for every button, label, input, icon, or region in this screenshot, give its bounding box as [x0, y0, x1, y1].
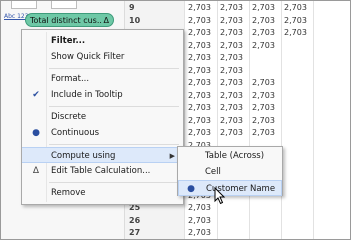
table-cell: 2,703: [188, 115, 211, 125]
row-number: 9: [129, 3, 135, 12]
menu-separator: [49, 106, 179, 107]
total-distinct-customers-pill[interactable]: Total distinct cus.. Δ: [25, 13, 114, 27]
table-cell: 2,703: [220, 115, 243, 125]
menu-item-label: Show Quick Filter: [51, 52, 125, 62]
delta-icon: Δ: [32, 166, 40, 176]
table-cell: 2,703: [188, 15, 211, 25]
submenu-item-customer-name[interactable]: ● Customer Name: [178, 180, 282, 196]
submenu-item-label: Cell: [205, 167, 221, 177]
table-cell: 2,703: [220, 15, 243, 25]
table-cell: 2,703: [220, 53, 243, 62]
table-cell: 2,703: [284, 28, 307, 37]
table-cell: 2,703: [188, 40, 211, 50]
table-cell: 2,703: [188, 3, 211, 12]
table-cell: 2,703: [220, 28, 243, 37]
screenshot-frame: 9 2,703 2,703 2,703 2,703 10 2,703 2,703 2,703 2,…: [0, 0, 351, 240]
menu-item-compute-using[interactable]: Compute using ▶: [22, 147, 183, 163]
table-cell: 2,703: [252, 90, 275, 100]
table-cell: 2,703: [188, 78, 211, 87]
table-cell: 2,703: [220, 40, 243, 50]
table-cell: 2,703: [252, 78, 275, 87]
table-cell: 2,703: [252, 3, 275, 12]
submenu-item-label: Table (Across): [205, 151, 265, 161]
row-number: 10: [129, 15, 141, 25]
table-cell: 2,703: [188, 28, 211, 37]
menu-item-label: Edit Table Calculation...: [51, 166, 151, 176]
menu-item-label: Format...: [51, 74, 90, 84]
menu-separator: [49, 182, 179, 183]
radio-selected-icon: ●: [187, 184, 195, 194]
table-cell: 2,703: [252, 128, 275, 137]
menu-item-format[interactable]: Format...: [22, 71, 183, 87]
pill-context-menu: Filter... Show Quick Filter Format... ✔ …: [21, 29, 184, 205]
menu-item-label: Compute using: [51, 151, 116, 161]
table-cell: 2,703: [252, 40, 275, 50]
table-cell: 2,703: [220, 103, 243, 112]
table-cell: 2,703: [188, 90, 211, 100]
menu-item-edit-table-calculation[interactable]: Δ Edit Table Calculation...: [22, 163, 183, 179]
menu-item-filter[interactable]: Filter...: [22, 33, 183, 49]
menu-separator: [49, 144, 179, 145]
table-cell: 2,703: [252, 103, 275, 112]
submenu-item-cell[interactable]: Cell: [178, 164, 282, 180]
menu-item-label: Filter...: [51, 36, 86, 46]
compute-using-submenu: Table (Across) Cell ● Customer Name: [177, 146, 283, 196]
menu-item-continuous[interactable]: ● Continuous: [22, 125, 183, 141]
table-cell: 2,703: [188, 203, 211, 212]
row-number: 27: [129, 228, 141, 237]
table-cell: 2,703: [252, 115, 275, 125]
menu-item-label: Discrete: [51, 112, 87, 122]
table-cell: 2,703: [220, 3, 243, 12]
submenu-item-table-across[interactable]: Table (Across): [178, 148, 282, 164]
menu-item-show-quick-filter[interactable]: Show Quick Filter: [22, 49, 183, 65]
table-cell: 2,703: [188, 128, 211, 137]
table-cell: 2,703: [220, 128, 243, 137]
menu-item-label: Continuous: [51, 128, 100, 138]
menu-item-include-in-tooltip[interactable]: ✔ Include in Tooltip: [22, 87, 183, 103]
submenu-arrow-icon: ▶: [169, 152, 175, 160]
table-cell: 2,703: [188, 103, 211, 112]
table-cell: 2,703: [220, 65, 243, 75]
table-cell: 2,703: [252, 28, 275, 37]
menu-item-discrete[interactable]: Discrete: [22, 109, 183, 125]
table-cell: 2,703: [252, 15, 275, 25]
table-cell: 2,703: [188, 65, 211, 75]
table-row: 27 2,703: [124, 226, 350, 239]
mouse-cursor-icon: [214, 187, 226, 205]
checkmark-icon: ✔: [32, 90, 40, 100]
row-number: 26: [129, 215, 141, 225]
table-cell: 2,703: [284, 3, 307, 12]
table-cell: 2,703: [188, 215, 211, 225]
menu-item-label: Remove: [51, 188, 86, 198]
table-cell: 2,703: [284, 15, 307, 25]
table-cell: 2,703: [188, 53, 211, 62]
menu-separator: [49, 68, 179, 69]
table-cell: 2,703: [220, 90, 243, 100]
radio-selected-icon: ●: [32, 128, 40, 138]
shelf-slot[interactable]: [11, 1, 37, 9]
table-cell: 2,703: [188, 228, 211, 237]
pill-label: Total distinct cus..: [30, 16, 102, 25]
delta-icon: Δ: [103, 16, 109, 25]
shelf-slot[interactable]: [51, 1, 77, 9]
menu-item-label: Include in Tooltip: [51, 90, 123, 100]
menu-item-remove[interactable]: Remove: [22, 185, 183, 201]
table-cell: 2,703: [220, 78, 243, 87]
